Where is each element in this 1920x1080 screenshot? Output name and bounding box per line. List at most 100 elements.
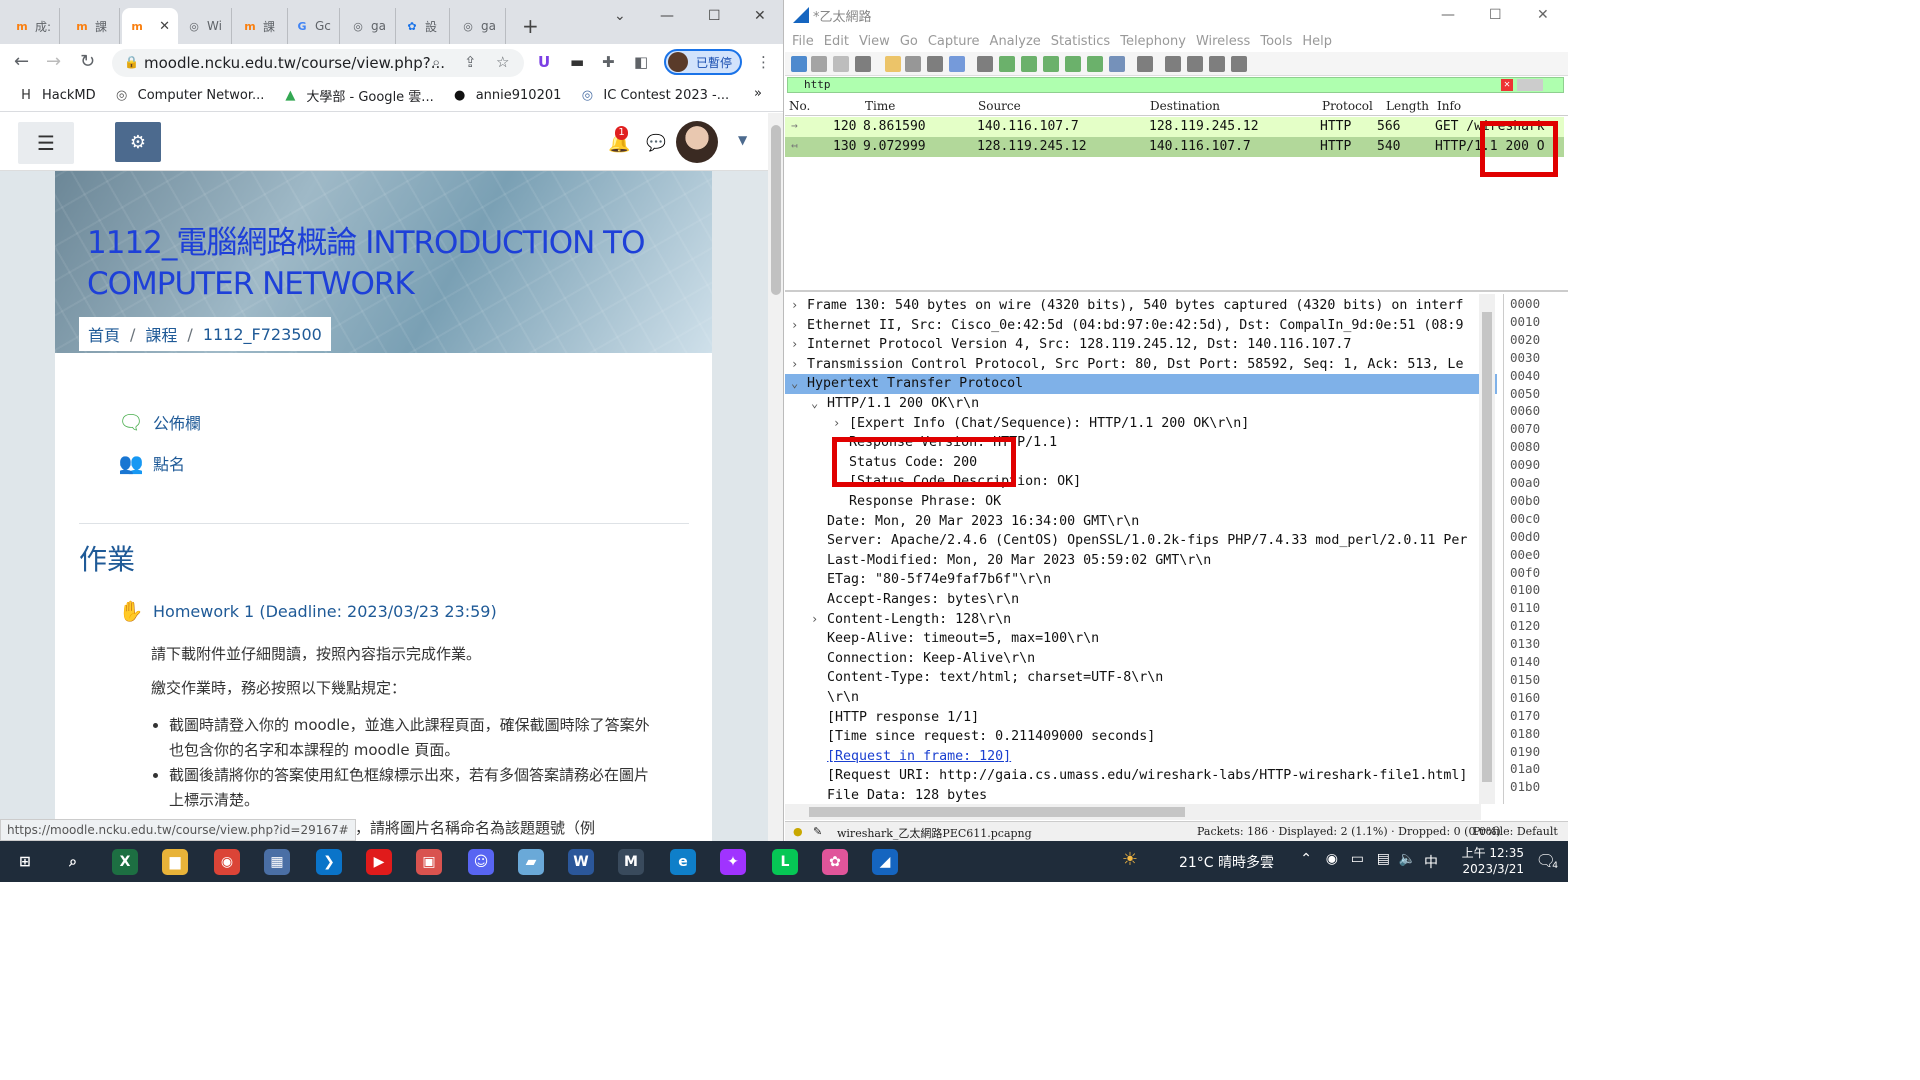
volume-icon[interactable]: 🔈 (1399, 851, 1416, 867)
profile-button[interactable]: 已暫停 (664, 49, 742, 75)
col-length[interactable]: Length (1386, 99, 1429, 113)
bookmark-item[interactable]: ◎ IC Contest 2023 -... (579, 88, 729, 104)
ws-maximize-button[interactable]: ☐ (1489, 7, 1502, 23)
tray-app-icon[interactable]: ◉ (1326, 851, 1338, 867)
breadcrumb-courses[interactable]: 課程 (145, 322, 177, 346)
expand-arrow-icon[interactable]: › (833, 414, 840, 434)
reload-file-icon[interactable] (949, 56, 965, 72)
close-file-icon[interactable] (927, 56, 943, 72)
address-bar[interactable]: 🔒 moodle.ncku.edu.tw/course/view.php?... (112, 49, 524, 77)
maximize-button[interactable]: ☐ (708, 8, 721, 24)
normal-size-icon[interactable] (1209, 56, 1225, 72)
autoscroll-icon[interactable] (1109, 56, 1125, 72)
user-avatar[interactable] (676, 121, 718, 163)
capture-options-icon[interactable] (855, 56, 871, 72)
detail-line[interactable]: Last-Modified: Mon, 20 Mar 2023 05:59:02… (785, 551, 1497, 571)
messenger-icon[interactable]: ✦ (720, 849, 746, 875)
menu-telephony[interactable]: Telephony (1120, 34, 1186, 49)
expand-arrow-icon[interactable]: › (791, 355, 798, 375)
packet-row[interactable]: → 120 8.861590 140.116.107.7 128.119.245.12 H… (785, 117, 1564, 137)
save-file-icon[interactable] (905, 56, 921, 72)
go-to-packet-icon[interactable] (1043, 56, 1059, 72)
back-button[interactable]: ← (14, 51, 29, 72)
drawer-menu-button[interactable]: ☰ (18, 122, 74, 164)
colorize-icon[interactable] (1137, 56, 1153, 72)
assignment-homework-1[interactable]: ✋ Homework 1 (Deadline: 2023/03/23 23:59… (117, 598, 497, 624)
detail-line[interactable]: Keep-Alive: timeout=5, max=100\r\n (785, 629, 1497, 649)
menu-statistics[interactable]: Statistics (1051, 34, 1110, 49)
share-icon[interactable]: ⇪ (464, 53, 477, 71)
expand-arrow-icon[interactable]: › (791, 296, 798, 316)
detail-line[interactable]: ⌄ HTTP/1.1 200 OK\r\n (785, 394, 1497, 414)
detail-line[interactable]: \r\n (785, 688, 1497, 708)
go-back-icon[interactable] (999, 56, 1015, 72)
detail-line[interactable]: › Frame 130: 540 bytes on wire (4320 bits… (785, 296, 1497, 316)
edge-icon[interactable]: e (670, 849, 696, 875)
clock-date[interactable]: 2023/3/21 (1462, 862, 1524, 876)
menu-analyze[interactable]: Analyze (990, 34, 1041, 49)
minimize-button[interactable]: — (660, 8, 674, 24)
course-settings-button[interactable]: ⚙ (115, 122, 161, 162)
wireshark-icon[interactable]: ◢ (872, 849, 898, 875)
line-icon[interactable]: L (772, 849, 798, 875)
browser-tab[interactable]: G Gc (286, 8, 340, 44)
packet-row[interactable]: ↤ 130 9.072999 128.119.245.12 140.116.107.7 H… (785, 137, 1564, 157)
extension-u-icon[interactable]: U (538, 53, 550, 71)
excel-icon[interactable]: X (112, 849, 138, 875)
details-scrollbar[interactable] (1479, 294, 1495, 804)
browser-tab[interactable]: m ✕ (122, 8, 178, 44)
page-scrollbar[interactable] (768, 113, 783, 841)
detail-line[interactable]: › Content-Length: 128\r\n (785, 610, 1497, 630)
detail-line[interactable]: [Time since request: 0.211409000 seconds… (785, 727, 1497, 747)
menu-go[interactable]: Go (900, 34, 918, 49)
calculator-icon[interactable]: ▦ (264, 849, 290, 875)
extensions-puzzle-icon[interactable]: ✚ (602, 53, 615, 71)
ws-minimize-button[interactable]: — (1441, 7, 1455, 23)
collapse-arrow-icon[interactable]: ⌄ (791, 374, 798, 394)
collapse-arrow-icon[interactable]: ⌄ (811, 394, 818, 414)
chrome-icon[interactable]: ◉ (214, 849, 240, 875)
messages-icon[interactable]: 💬 (646, 133, 666, 152)
edit-comment-icon[interactable]: ✎ (813, 825, 822, 838)
bookmark-item[interactable]: ▲ 大學部 - Google 雲... (282, 86, 433, 105)
chrome-menu-icon[interactable]: ⋮ (756, 53, 771, 71)
app-red-icon[interactable]: ▣ (416, 849, 442, 875)
browser-tab[interactable]: ◎ Wi (178, 8, 232, 44)
resize-columns-icon[interactable] (1231, 56, 1247, 72)
first-packet-icon[interactable] (1065, 56, 1081, 72)
browser-tab[interactable]: ◎ ga (452, 8, 506, 44)
details-h-scrollbar[interactable] (785, 804, 1481, 820)
windows-start-icon[interactable]: ⊞ (12, 849, 38, 875)
menu-capture[interactable]: Capture (928, 34, 980, 49)
detail-line[interactable]: Server: Apache/2.4.6 (CentOS) OpenSSL/1.… (785, 531, 1497, 551)
word-icon[interactable]: W (568, 849, 594, 875)
menu-view[interactable]: View (859, 34, 890, 49)
clock-time[interactable]: 上午 12:35 (1462, 844, 1524, 861)
detail-line[interactable]: › [Expert Info (Chat/Sequence): HTTP/1.1 … (785, 414, 1497, 434)
discord-icon[interactable]: ☺ (468, 849, 494, 875)
bookmarks-overflow-button[interactable]: » (754, 86, 762, 101)
detail-line[interactable]: [Request in frame: 120] (785, 747, 1497, 767)
display-filter-input[interactable]: http ✕ (787, 77, 1564, 93)
bookmark-item[interactable]: ● annie910201 (452, 88, 561, 104)
menu-help[interactable]: Help (1302, 34, 1332, 49)
menu-wireless[interactable]: Wireless (1196, 34, 1250, 49)
browser-tab[interactable]: m 成: (6, 8, 60, 44)
paint-icon[interactable]: ✿ (822, 849, 848, 875)
detail-line[interactable]: › Internet Protocol Version 4, Src: 128.1… (785, 335, 1497, 355)
expand-arrow-icon[interactable]: › (811, 610, 818, 630)
col-destination[interactable]: Destination (1150, 99, 1220, 113)
weather-text[interactable]: 21°C 晴時多雲 (1179, 852, 1274, 872)
expand-arrow-icon[interactable]: › (791, 335, 798, 355)
close-tab-icon[interactable]: ✕ (159, 19, 170, 34)
col-protocol[interactable]: Protocol (1322, 99, 1373, 113)
ws-close-button[interactable]: ✕ (1537, 7, 1549, 23)
tab-search-icon[interactable]: ⌄ (614, 8, 626, 24)
media-player-icon[interactable]: ▶ (366, 849, 392, 875)
bookmark-item[interactable]: H HackMD (18, 88, 96, 104)
find-packet-icon[interactable] (977, 56, 993, 72)
open-file-icon[interactable] (885, 56, 901, 72)
activity-forum[interactable]: 🗨 公佈欄 (117, 409, 201, 435)
tray-chevron-icon[interactable]: ⌃ (1300, 851, 1312, 867)
browser-tab[interactable]: m課 (66, 8, 120, 44)
